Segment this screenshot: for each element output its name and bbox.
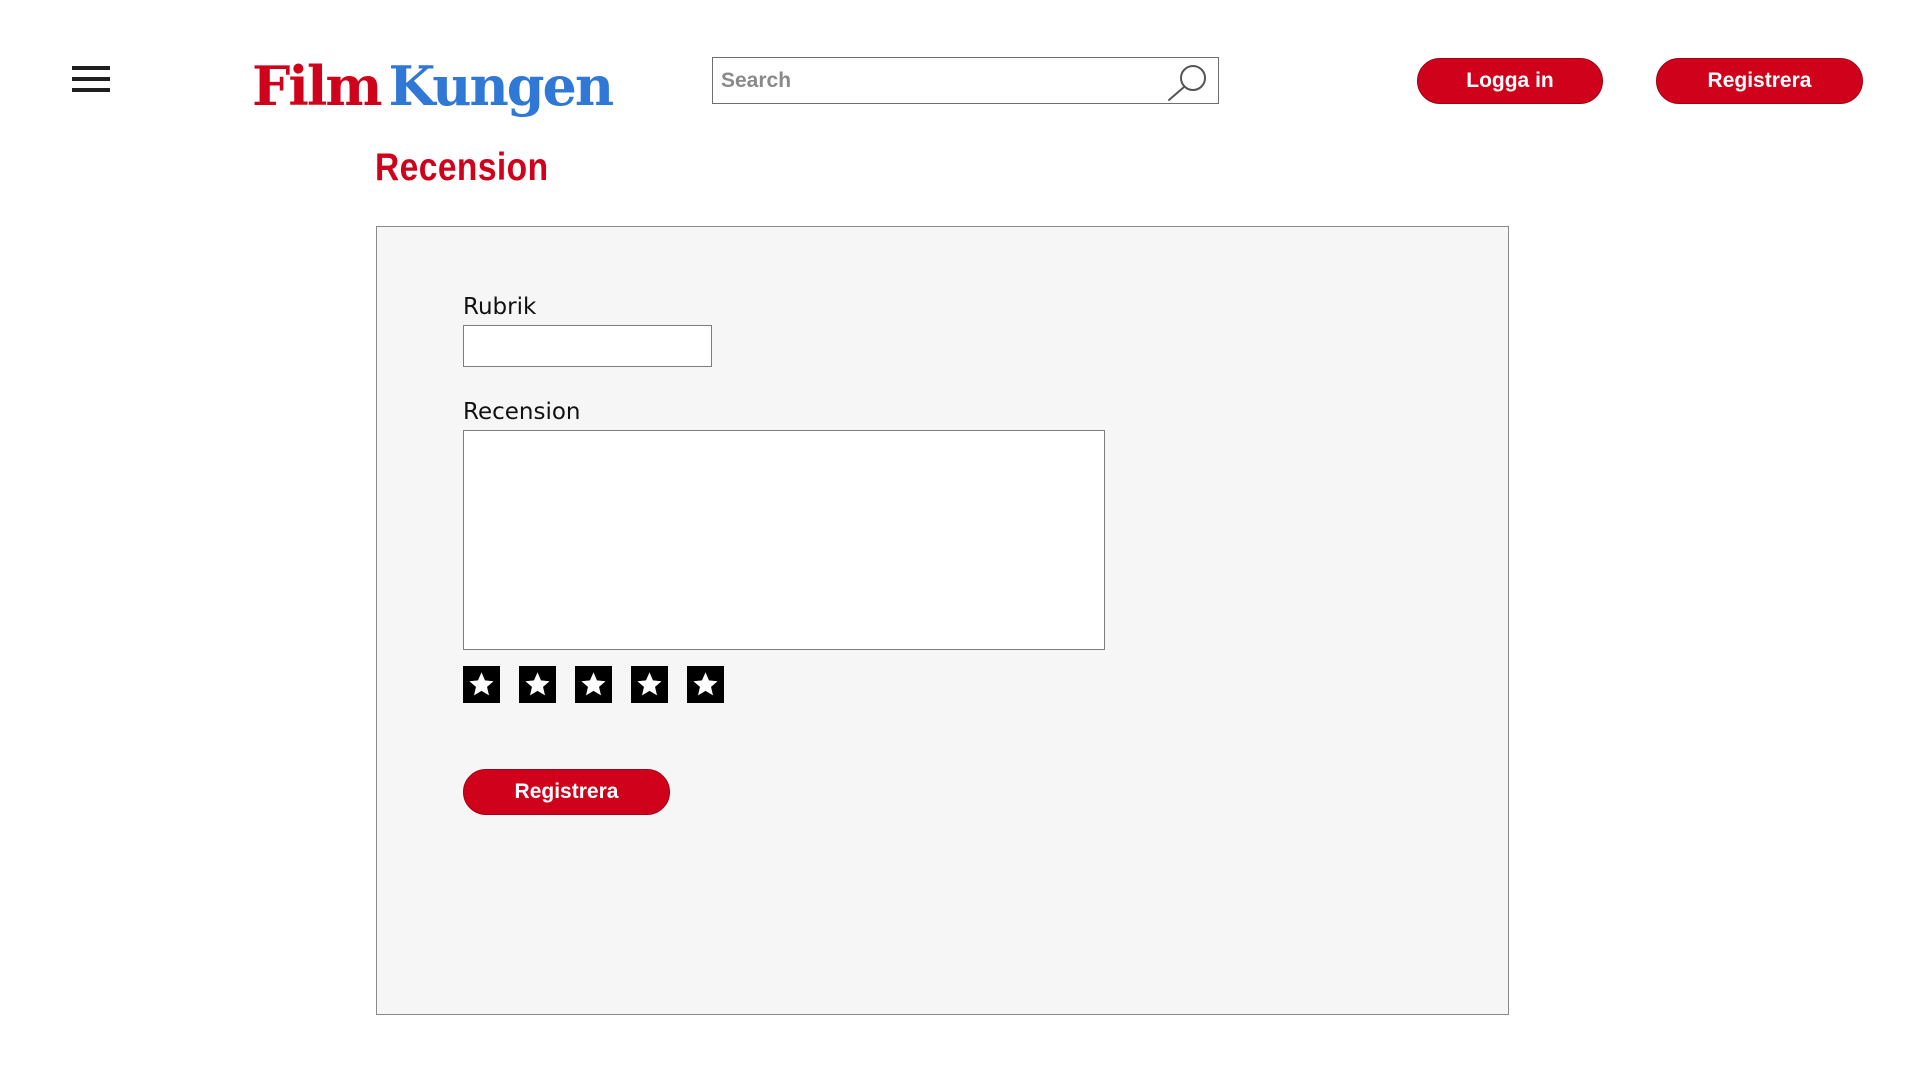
hamburger-menu-icon[interactable] (72, 66, 110, 94)
review-form-panel: Rubrik Recension Registrera (376, 226, 1509, 1015)
submit-review-button[interactable]: Registrera (463, 769, 670, 815)
star-shape (581, 672, 606, 696)
star-shape (525, 672, 550, 696)
search-box (712, 57, 1219, 104)
site-logo[interactable]: Film Kungen (252, 46, 615, 126)
menu-bar (72, 77, 110, 81)
star-icon[interactable] (463, 666, 500, 703)
star-shape (469, 672, 494, 696)
recension-textarea[interactable] (463, 430, 1105, 650)
star-icon[interactable] (687, 666, 724, 703)
menu-bar (72, 88, 110, 92)
logo-text-film: Film (252, 54, 383, 118)
menu-bar (72, 66, 110, 70)
recension-label: Recension (463, 399, 581, 425)
star-rating (463, 666, 743, 704)
star-shape (637, 672, 662, 696)
register-button[interactable]: Registrera (1656, 58, 1863, 104)
logo-text-kungen: Kungen (388, 54, 615, 118)
login-button[interactable]: Logga in (1417, 58, 1603, 104)
star-icon[interactable] (575, 666, 612, 703)
star-icon[interactable] (631, 666, 668, 703)
page-title: Recension (375, 146, 549, 189)
rubrik-label: Rubrik (463, 294, 537, 320)
star-shape (693, 672, 718, 696)
search-input[interactable] (713, 58, 1153, 103)
magnifier-icon[interactable] (1166, 62, 1210, 102)
star-icon[interactable] (519, 666, 556, 703)
rubrik-input[interactable] (463, 325, 712, 367)
